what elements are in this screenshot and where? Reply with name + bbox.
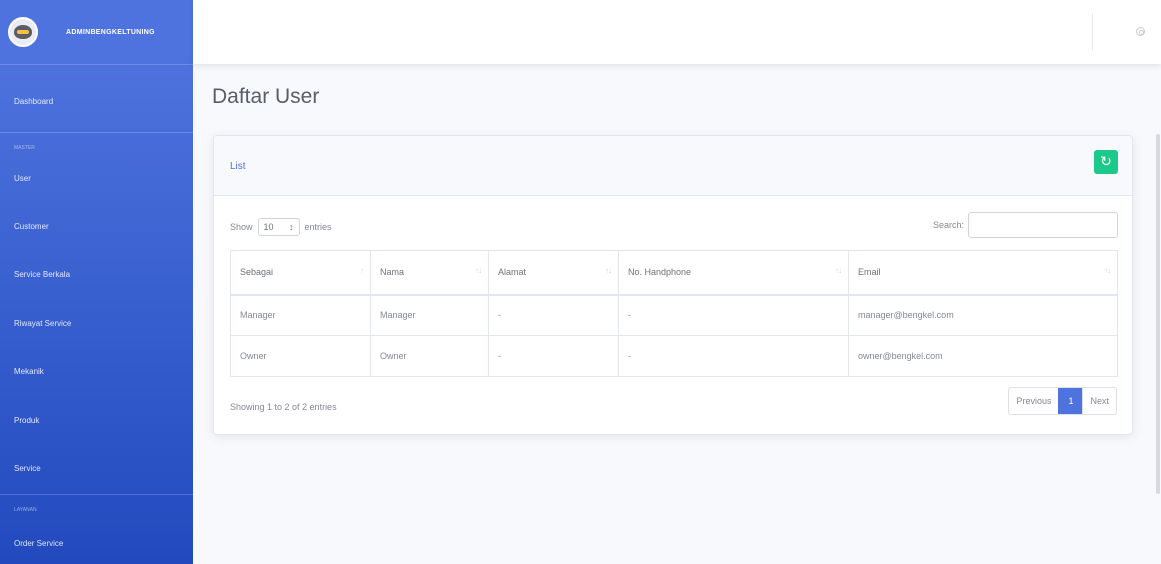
brand-logo (8, 17, 38, 47)
cell-nama: Manager (370, 294, 489, 336)
table-header-row: Sebagai ↑ Nama ↑↓ Alamat ↑↓ No. Handphone ↑↓… (230, 250, 1118, 296)
column-header-nama[interactable]: Nama ↑↓ (370, 250, 489, 296)
column-header-alamat[interactable]: Alamat ↑↓ (488, 250, 619, 296)
next-button[interactable]: Next (1082, 388, 1116, 414)
page-1-button[interactable]: 1 (1058, 388, 1083, 414)
refresh-button[interactable]: ↻ (1094, 150, 1118, 174)
sort-icon: ↑↓ (1104, 266, 1111, 275)
sidebar-item-produk[interactable]: Produk (0, 416, 193, 425)
scrollbar-thumb[interactable] (1156, 134, 1160, 494)
sidebar-item-customer[interactable]: Customer (0, 222, 193, 231)
sidebar-divider (0, 494, 193, 495)
sort-icon: ↑ (360, 266, 364, 275)
pagination: Previous 1 Next (1008, 387, 1117, 415)
card-title: List (230, 161, 246, 172)
search-label: Search: (932, 220, 964, 230)
sidebar-item-mekanik[interactable]: Mekanik (0, 367, 193, 376)
table-row: Owner Owner - - owner@bengkel.com (230, 335, 1118, 377)
sidebar-heading-layanan: LAYANAN (14, 507, 37, 513)
sidebar-divider (0, 64, 193, 65)
entries-label: entries (304, 222, 332, 232)
cell-sebagai: Manager (230, 294, 371, 336)
sidebar-heading-master: MASTER (14, 145, 35, 151)
sidebar-brand[interactable]: ADMINBENGKELTUNING (0, 0, 193, 64)
table-row: Manager Manager - - manager@bengkel.com (230, 294, 1118, 336)
cell-no-handphone: - (618, 335, 849, 377)
search-input[interactable] (968, 212, 1118, 238)
user-list-card: List ↻ Show 10 ↕ entries Search: Sebagai… (213, 135, 1133, 435)
cell-sebagai: Owner (230, 335, 371, 377)
sort-icon: ↑↓ (835, 266, 842, 275)
chevron-updown-icon: ↕ (289, 222, 294, 232)
users-table: Sebagai ↑ Nama ↑↓ Alamat ↑↓ No. Handphone ↑↓… (230, 250, 1118, 377)
scrollbar[interactable] (1155, 64, 1161, 564)
sidebar-item-order-service[interactable]: Order Service (0, 539, 193, 548)
previous-button[interactable]: Previous (1009, 388, 1058, 414)
card-header: List ↻ (214, 136, 1132, 196)
sidebar-item-user[interactable]: User (0, 174, 193, 183)
sidebar: ADMINBENGKELTUNING Dashboard MASTER User… (0, 0, 193, 564)
sidebar-item-dashboard[interactable]: Dashboard (0, 97, 193, 106)
cell-no-handphone: - (618, 294, 849, 336)
cell-email: manager@bengkel.com (848, 294, 1118, 336)
brand-name: ADMINBENGKELTUNING (66, 28, 155, 36)
show-label: Show (230, 222, 253, 232)
page-title: Daftar User (212, 85, 320, 108)
cell-nama: Owner (370, 335, 489, 377)
length-control: Show 10 ↕ entries (230, 218, 332, 236)
sidebar-item-service[interactable]: Service (0, 464, 193, 473)
entries-select-value: 10 (263, 222, 274, 232)
column-header-email[interactable]: Email ↑↓ (848, 250, 1118, 296)
search-control: Search: (933, 212, 1118, 238)
column-header-no-handphone[interactable]: No. Handphone ↑↓ (618, 250, 849, 296)
cell-alamat: - (488, 294, 619, 336)
sidebar-divider (0, 132, 193, 133)
column-header-sebagai[interactable]: Sebagai ↑ (230, 250, 371, 296)
cell-email: owner@bengkel.com (848, 335, 1118, 377)
user-menu-icon[interactable] (1136, 27, 1145, 36)
topbar (193, 0, 1161, 64)
topbar-divider (1092, 14, 1093, 50)
entries-select[interactable]: 10 ↕ (257, 218, 300, 236)
cell-alamat: - (488, 335, 619, 377)
sidebar-item-service-berkala[interactable]: Service Berkala (0, 270, 193, 279)
table-info: Showing 1 to 2 of 2 entries (230, 402, 337, 412)
sort-icon: ↑↓ (475, 266, 482, 275)
refresh-icon: ↻ (1100, 154, 1112, 170)
sort-icon: ↑↓ (605, 266, 612, 275)
sidebar-item-riwayat-service[interactable]: Riwayat Service (0, 319, 193, 328)
